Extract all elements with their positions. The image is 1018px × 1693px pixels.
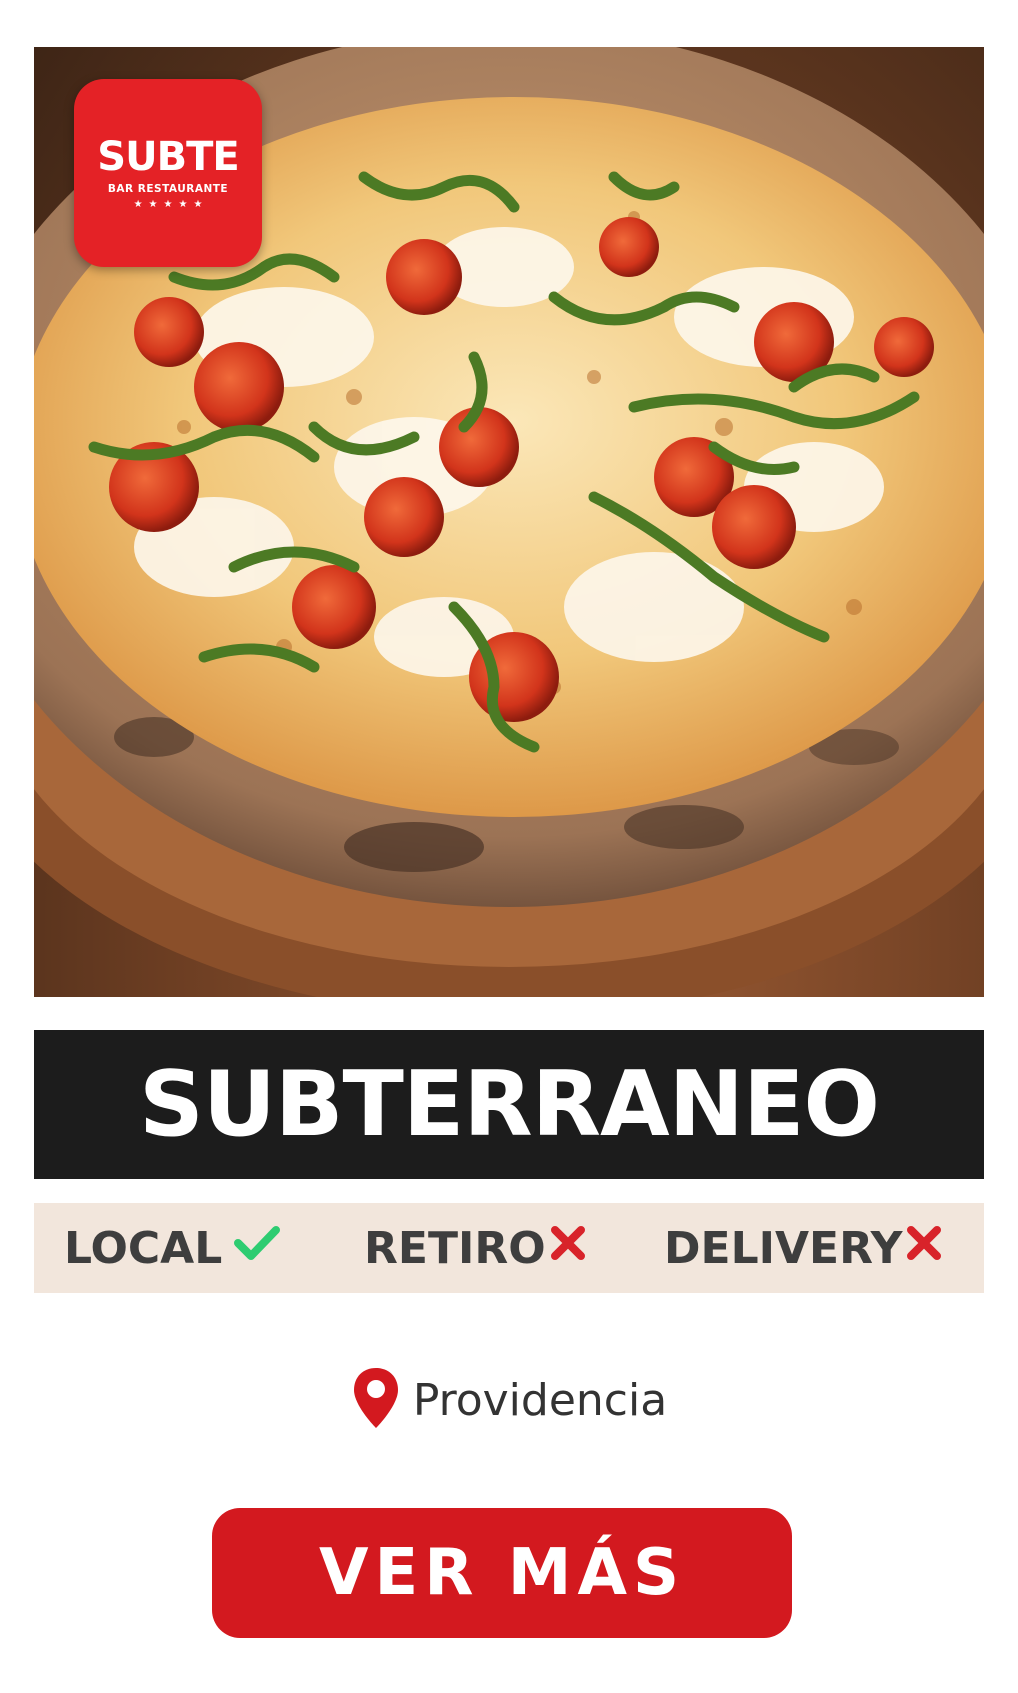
service-delivery: DELIVERY xyxy=(664,1203,944,1293)
cross-icon xyxy=(904,1223,944,1274)
location-text: Providencia xyxy=(412,1374,668,1426)
ver-mas-label: VER MÁS xyxy=(318,1536,686,1610)
service-options: LOCAL RETIRO DELIVERY xyxy=(34,1203,984,1293)
restaurant-name-bar: SUBTERRANEO xyxy=(34,1030,984,1179)
location-pin-icon xyxy=(351,1366,401,1435)
service-retiro: RETIRO xyxy=(364,1203,588,1293)
cross-icon xyxy=(548,1223,588,1274)
location: Providencia xyxy=(0,1365,1018,1435)
logo-name: SUBTE xyxy=(97,133,239,180)
check-icon xyxy=(232,1223,282,1274)
pizza-photo: SUBTE BAR RESTAURANTE ★★★★★ xyxy=(34,47,984,997)
restaurant-logo: SUBTE BAR RESTAURANTE ★★★★★ xyxy=(74,79,262,267)
service-local: LOCAL xyxy=(64,1203,282,1293)
service-local-label: LOCAL xyxy=(64,1222,223,1274)
logo-subtitle: BAR RESTAURANTE xyxy=(107,182,229,195)
logo-stars: ★★★★★ xyxy=(133,198,209,210)
service-delivery-label: DELIVERY xyxy=(664,1222,903,1274)
service-retiro-label: RETIRO xyxy=(364,1222,546,1274)
restaurant-name: SUBTERRANEO xyxy=(139,1052,880,1157)
ver-mas-button[interactable]: VER MÁS xyxy=(212,1508,792,1638)
